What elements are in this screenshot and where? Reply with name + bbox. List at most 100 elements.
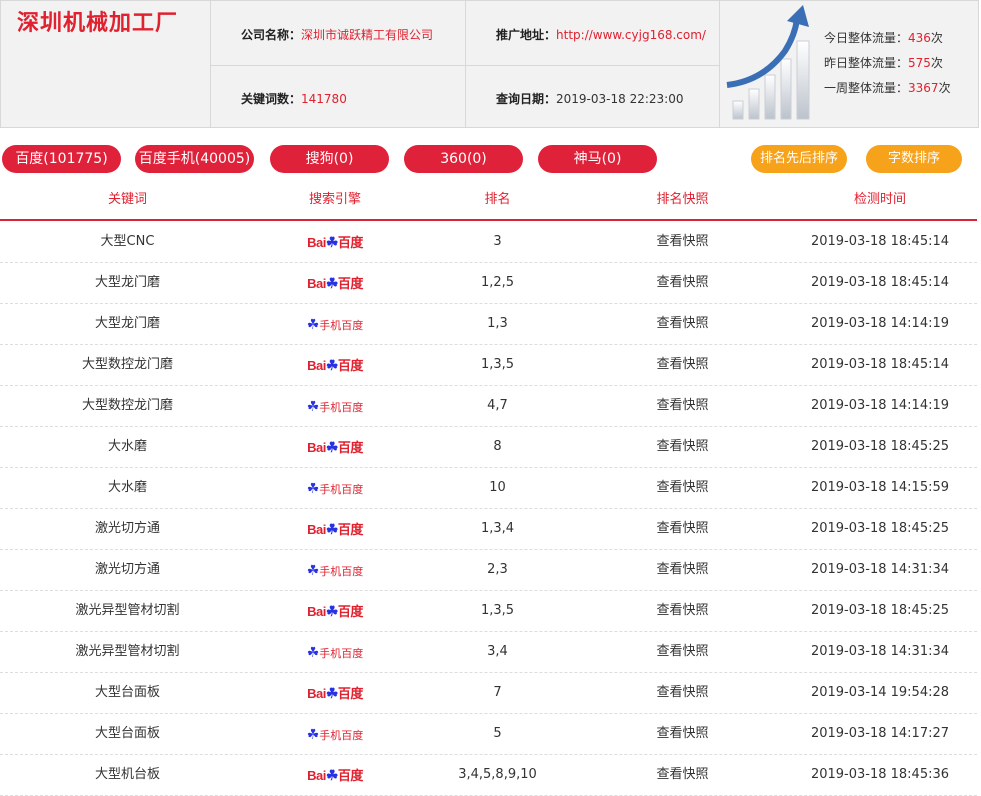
table-row: 激光异型管材切割 ☘手机百度 3,4 查看快照 2019-03-18 14:31:34 <box>0 632 977 673</box>
keyword-cell: 大型台面板 <box>94 726 160 741</box>
divider <box>211 65 720 66</box>
stat-week: 一周整体流量：3367次 <box>824 81 951 95</box>
tab-baidu-mobile[interactable]: 百度手机(40005) <box>135 145 254 173</box>
snapshot-link[interactable]: 查看快照 <box>600 673 765 713</box>
engine-cell: ☘手机百度 <box>255 714 415 754</box>
snapshot-link[interactable]: 查看快照 <box>600 550 765 590</box>
table-row: 激光切方通 ☘手机百度 2,3 查看快照 2019-03-18 14:31:34 <box>0 550 977 591</box>
snapshot-link[interactable]: 查看快照 <box>600 591 765 631</box>
paw-icon: ☘ <box>306 562 320 578</box>
check-time-cell: 2019-03-18 14:31:34 <box>810 644 950 659</box>
check-time-cell: 2019-03-18 18:45:25 <box>810 603 950 618</box>
check-time-cell: 2019-03-18 14:17:27 <box>810 726 950 741</box>
column-rank: 排名 <box>484 192 511 207</box>
tab-360[interactable]: 360(0) <box>404 145 523 173</box>
table-row: 大型数控龙门磨 ☘手机百度 4,7 查看快照 2019-03-18 14:14:19 <box>0 386 977 427</box>
date-info: 查询日期：2019-03-18 22:23:00 <box>496 90 683 107</box>
keywords-value: 141780 <box>301 92 347 106</box>
url-label: 推广地址： <box>496 28 557 42</box>
keyword-cell: 激光异型管材切割 <box>75 644 180 659</box>
stat-today: 今日整体流量：436次 <box>824 31 943 45</box>
snapshot-link[interactable]: 查看快照 <box>600 468 765 508</box>
snapshot-link[interactable]: 查看快照 <box>600 345 765 385</box>
engine-cell: Bai☘百度 <box>255 345 415 385</box>
column-check-time: 检测时间 <box>853 192 906 207</box>
date-value: 2019-03-18 22:23:00 <box>556 92 684 106</box>
keyword-cell: 大型龙门磨 <box>94 316 160 331</box>
snapshot-link[interactable]: 查看快照 <box>600 509 765 549</box>
snapshot-link[interactable]: 查看快照 <box>600 263 765 303</box>
table-row: 大水磨 ☘手机百度 10 查看快照 2019-03-18 14:15:59 <box>0 468 977 509</box>
rank-cell: 8 <box>493 439 502 454</box>
rank-cell: 1,3,5 <box>480 357 515 372</box>
snapshot-link[interactable]: 查看快照 <box>600 714 765 754</box>
engine-cell: ☘手机百度 <box>255 386 415 426</box>
check-time-cell: 2019-03-18 14:14:19 <box>810 316 950 331</box>
date-label: 查询日期： <box>496 92 557 106</box>
ranking-table-body: 大型CNC Bai☘百度 3 查看快照 2019-03-18 18:45:14 大型龙门磨… <box>0 222 977 796</box>
table-row: 激光切方通 Bai☘百度 1,3,4 查看快照 2019-03-18 18:45:25 <box>0 509 977 550</box>
check-time-cell: 2019-03-18 14:15:59 <box>810 480 950 495</box>
engine-cell: Bai☘百度 <box>255 263 415 303</box>
baidu-logo-icon: Bai☘百度 <box>307 767 363 783</box>
engine-cell: ☘手机百度 <box>255 632 415 672</box>
keyword-cell: 大水磨 <box>107 439 147 454</box>
table-row: 大型CNC Bai☘百度 3 查看快照 2019-03-18 18:45:14 <box>0 222 977 263</box>
stat-yesterday: 昨日整体流量：575次 <box>824 56 943 70</box>
keyword-cell: 大型龙门磨 <box>94 275 160 290</box>
keyword-cell: 激光切方通 <box>94 562 160 577</box>
baidu-logo-icon: Bai☘百度 <box>307 603 363 619</box>
rank-cell: 3,4,5,8,9,10 <box>458 767 537 782</box>
check-time-cell: 2019-03-18 18:45:25 <box>810 521 950 536</box>
baidu-mobile-logo-icon: ☘手机百度 <box>306 726 364 742</box>
growth-chart-icon <box>726 5 810 120</box>
tab-baidu[interactable]: 百度(101775) <box>2 145 121 173</box>
baidu-mobile-logo-icon: ☘手机百度 <box>306 398 364 414</box>
rank-cell: 10 <box>489 480 506 495</box>
baidu-logo-icon: Bai☘百度 <box>307 521 363 537</box>
tab-sogou[interactable]: 搜狗(0) <box>270 145 389 173</box>
baidu-mobile-logo-icon: ☘手机百度 <box>306 644 364 660</box>
baidu-mobile-logo-icon: ☘手机百度 <box>306 562 364 578</box>
paw-icon: ☘ <box>325 521 339 537</box>
baidu-logo-icon: Bai☘百度 <box>307 234 363 250</box>
sort-by-length-button[interactable]: 字数排序 <box>866 145 962 173</box>
traffic-stats: 今日整体流量：436次 昨日整体流量：575次 一周整体流量：3367次 <box>824 26 951 101</box>
paw-icon: ☘ <box>306 316 320 332</box>
check-time-cell: 2019-03-18 18:45:25 <box>810 439 950 454</box>
paw-icon: ☘ <box>325 275 339 291</box>
paw-icon: ☘ <box>306 398 320 414</box>
check-time-cell: 2019-03-18 18:45:14 <box>810 275 950 290</box>
snapshot-link[interactable]: 查看快照 <box>600 304 765 344</box>
rank-cell: 1,2,5 <box>480 275 515 290</box>
tab-shenma[interactable]: 神马(0) <box>538 145 657 173</box>
keyword-cell: 大型CNC <box>100 234 155 249</box>
table-row: 大型数控龙门磨 Bai☘百度 1,3,5 查看快照 2019-03-18 18:45:1… <box>0 345 977 386</box>
snapshot-link[interactable]: 查看快照 <box>600 632 765 672</box>
keyword-cell: 大型数控龙门磨 <box>81 357 173 372</box>
rank-cell: 2,3 <box>487 562 508 577</box>
rank-cell: 5 <box>493 726 502 741</box>
check-time-cell: 2019-03-18 18:45:14 <box>810 234 950 249</box>
url-link[interactable]: http://www.cyjg168.com/ <box>556 28 706 42</box>
baidu-mobile-logo-icon: ☘手机百度 <box>306 316 364 332</box>
table-row: 大水磨 Bai☘百度 8 查看快照 2019-03-18 18:45:25 <box>0 427 977 468</box>
sort-by-rank-button[interactable]: 排名先后排序 <box>751 145 847 173</box>
engine-tabs: 百度(101775) 百度手机(40005) 搜狗(0) 360(0) 神马(0… <box>0 145 981 173</box>
snapshot-link[interactable]: 查看快照 <box>600 427 765 467</box>
table-row: 大型台面板 Bai☘百度 7 查看快照 2019-03-14 19:54:28 <box>0 673 977 714</box>
table-row: 大型龙门磨 Bai☘百度 1,2,5 查看快照 2019-03-18 18:45:14 <box>0 263 977 304</box>
engine-cell: Bai☘百度 <box>255 755 415 795</box>
snapshot-link[interactable]: 查看快照 <box>600 222 765 262</box>
keyword-cell: 大型机台板 <box>94 767 160 782</box>
engine-cell: Bai☘百度 <box>255 427 415 467</box>
snapshot-link[interactable]: 查看快照 <box>600 755 765 795</box>
company-label: 公司名称： <box>241 28 302 42</box>
table-row: 大型机台板 Bai☘百度 3,4,5,8,9,10 查看快照 2019-03-18 18… <box>0 755 977 796</box>
snapshot-link[interactable]: 查看快照 <box>600 386 765 426</box>
paw-icon: ☘ <box>325 603 339 619</box>
rank-cell: 4,7 <box>487 398 508 413</box>
baidu-mobile-logo-icon: ☘手机百度 <box>306 480 364 496</box>
rank-cell: 1,3,5 <box>480 603 515 618</box>
url-info: 推广地址：http://www.cyjg168.com/ <box>496 26 706 43</box>
